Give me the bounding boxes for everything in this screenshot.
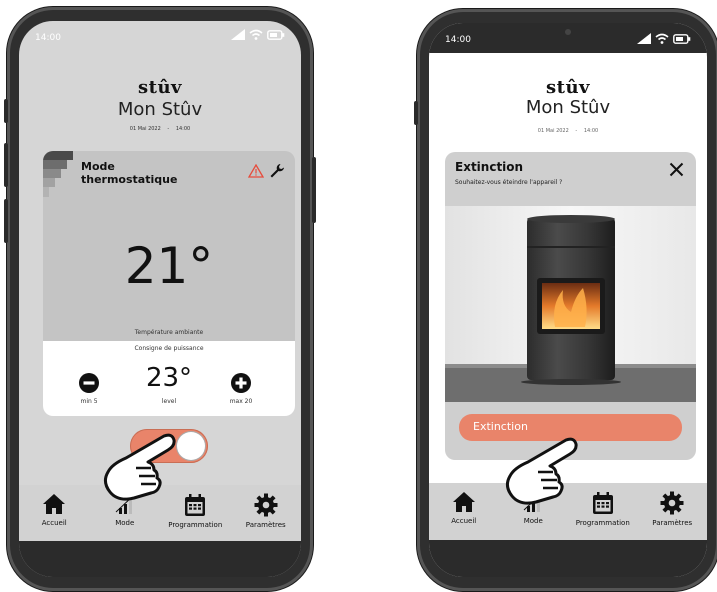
side-button <box>4 99 8 123</box>
tab-parametres[interactable]: Paramètres <box>236 493 296 529</box>
status-icons <box>637 33 691 44</box>
close-icon[interactable] <box>669 162 684 177</box>
tab-label: Paramètres <box>245 521 286 529</box>
camera-notch <box>565 29 571 35</box>
home-indicator-area <box>429 540 707 577</box>
calendar-icon <box>185 494 206 516</box>
extinction-dialog: Extinction Souhaitez-vous éteindre l'app… <box>445 152 696 460</box>
power-label: Consigne de puissance <box>134 345 204 352</box>
tab-accueil[interactable]: Accueil <box>24 493 84 527</box>
stove-stairs-icon <box>43 151 73 197</box>
temperature-label: Température ambiante <box>134 329 204 336</box>
pointing-hand-icon <box>505 437 578 505</box>
brand-logo: stûv <box>138 77 182 98</box>
power-panel: Consigne de puissance min 5 23° level ma… <box>43 341 295 416</box>
tab-programmation[interactable]: Programmation <box>573 491 633 527</box>
status-time: 14:00 <box>35 33 61 43</box>
dialog-title: Extinction <box>455 160 524 174</box>
tab-label: Mode <box>115 519 135 527</box>
tab-label: Accueil <box>41 519 67 527</box>
tab-accueil[interactable]: Accueil <box>434 491 494 525</box>
tab-label: Paramètres <box>652 519 693 527</box>
battery-icon <box>267 29 285 40</box>
toggle-knob <box>177 432 205 460</box>
stove-photo <box>445 206 696 402</box>
max-label: max 20 <box>229 398 253 405</box>
cell-signal-icon <box>231 29 245 40</box>
date: 01 Mai 2022 <box>537 128 569 134</box>
home-icon <box>452 492 475 512</box>
tab-label: Programmation <box>168 521 223 529</box>
side-button <box>312 157 316 223</box>
tab-label: Accueil <box>451 517 477 525</box>
date-time: 01 Mai 2022 - 14:00 <box>19 126 301 132</box>
mode-title-line2: thermostatique <box>81 173 178 186</box>
calendar-icon <box>592 492 613 514</box>
mode-title-line1: Mode <box>81 160 115 173</box>
time: 14:00 <box>175 126 191 132</box>
time: 14:00 <box>583 128 599 134</box>
plus-button[interactable] <box>231 373 251 393</box>
mode-title[interactable]: Mode thermostatique <box>81 160 177 186</box>
thermostat-card: Mode thermostatique 21° Température ambi… <box>43 151 295 416</box>
wrench-icon[interactable] <box>269 163 285 179</box>
home-indicator-area <box>19 541 301 577</box>
date-separator: - <box>167 126 170 132</box>
side-button <box>414 101 418 125</box>
pointing-hand-icon <box>103 433 176 501</box>
cell-signal-icon <box>637 33 651 44</box>
home-icon <box>43 494 66 514</box>
tab-label: Programmation <box>575 519 630 527</box>
status-time: 14:00 <box>445 35 471 45</box>
tab-label: Mode <box>523 517 543 525</box>
date-time: 01 Mai 2022 - 14:00 <box>429 128 707 134</box>
app-title: Mon Stûv <box>525 97 611 118</box>
gear-icon <box>254 493 278 517</box>
status-bar: 14:00 <box>19 21 301 59</box>
dialog-question: Souhaitez-vous éteindre l'appareil ? <box>455 179 563 186</box>
status-bar: 14:00 <box>429 23 707 53</box>
level-value: 23° <box>145 363 193 393</box>
wifi-icon <box>249 29 263 40</box>
app-title: Mon Stûv <box>117 99 203 120</box>
wifi-icon <box>655 33 669 44</box>
battery-icon <box>673 33 691 44</box>
brand-logo: stûv <box>546 77 590 98</box>
tab-parametres[interactable]: Paramètres <box>642 491 702 527</box>
side-button <box>4 199 8 243</box>
temperature-value: 21° <box>124 237 214 295</box>
status-icons <box>231 29 285 40</box>
date: 01 Mai 2022 <box>129 126 161 132</box>
gear-icon <box>660 491 684 515</box>
warning-icon[interactable] <box>248 164 264 178</box>
date-separator: - <box>575 128 578 134</box>
side-button <box>4 143 8 187</box>
